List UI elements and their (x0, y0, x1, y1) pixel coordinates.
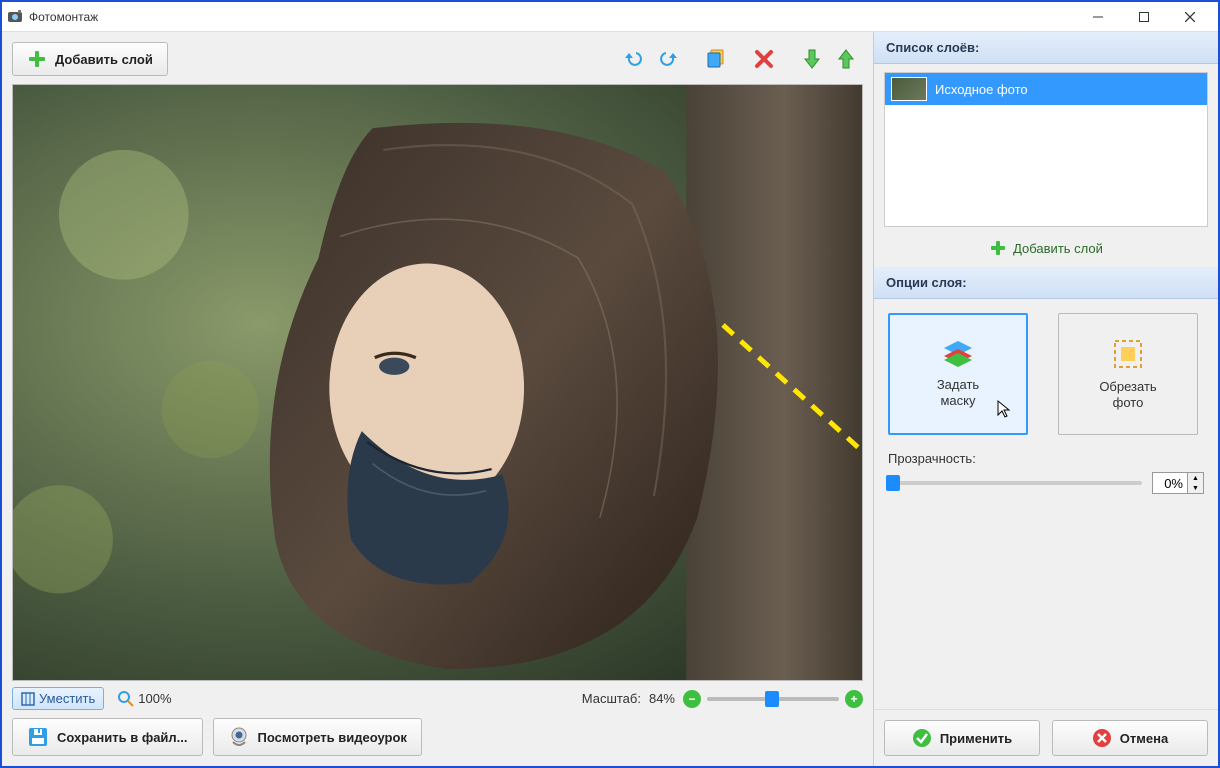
crop-photo-tile[interactable]: Обрезать фото (1058, 313, 1198, 435)
add-layer-label: Добавить слой (55, 52, 153, 67)
plus-icon (27, 49, 47, 69)
opacity-row: Прозрачность: ▲▼ (874, 443, 1218, 502)
layers-header: Список слоёв: (874, 32, 1218, 64)
add-layer-link-label: Добавить слой (1013, 241, 1103, 256)
duplicate-button[interactable] (699, 42, 733, 76)
minimize-button[interactable] (1075, 3, 1121, 31)
undo-button[interactable] (617, 42, 651, 76)
add-layer-button[interactable]: Добавить слой (12, 42, 168, 76)
set-mask-tile[interactable]: Задать маску (888, 313, 1028, 435)
opacity-slider[interactable] (888, 481, 1142, 485)
fit-label: Уместить (39, 691, 95, 706)
side-panel: Список слоёв: Исходное фото Добавить сло… (873, 32, 1218, 766)
opacity-input[interactable] (1153, 474, 1187, 493)
redo-button[interactable] (651, 42, 685, 76)
zoom-100-button[interactable]: 100% (112, 688, 177, 710)
cursor-icon (996, 399, 1012, 419)
zoom-track[interactable] (707, 697, 839, 701)
zoom-out-button[interactable]: − (683, 690, 701, 708)
move-up-button[interactable] (829, 42, 863, 76)
layers-icon (940, 339, 976, 369)
opacity-thumb[interactable] (886, 475, 900, 491)
crop-icon (1111, 337, 1145, 371)
layer-list[interactable]: Исходное фото (884, 72, 1208, 227)
titlebar: Фотомонтаж (2, 2, 1218, 32)
apply-label: Применить (940, 731, 1012, 746)
spin-down[interactable]: ▼ (1187, 483, 1203, 493)
fit-button[interactable]: Уместить (12, 687, 104, 710)
check-icon (912, 728, 932, 748)
magnifier-icon (118, 691, 134, 707)
move-down-button[interactable] (795, 42, 829, 76)
zoom-100-label: 100% (138, 691, 171, 706)
cancel-icon (1092, 728, 1112, 748)
cancel-label: Отмена (1120, 731, 1168, 746)
zoom-bar: Уместить 100% Масштаб: 84% − + (12, 687, 863, 710)
spin-up[interactable]: ▲ (1187, 473, 1203, 483)
window-title: Фотомонтаж (29, 10, 1075, 24)
zoom-value: 84% (649, 691, 675, 706)
app-icon (7, 9, 23, 25)
options-header: Опции слоя: (874, 267, 1218, 299)
fit-icon (21, 692, 35, 706)
apply-button[interactable]: Применить (884, 720, 1040, 756)
layer-item[interactable]: Исходное фото (885, 73, 1207, 105)
cancel-button[interactable]: Отмена (1052, 720, 1208, 756)
plus-icon (989, 239, 1007, 257)
canvas[interactable] (12, 84, 863, 681)
save-button[interactable]: Сохранить в файл... (12, 718, 203, 756)
bottom-actions: Сохранить в файл... Посмотреть видеоурок (12, 718, 863, 756)
layer-thumbnail (891, 77, 927, 101)
set-mask-label: Задать маску (937, 377, 979, 408)
option-tiles: Задать маску Обрезать фото (874, 299, 1218, 443)
opacity-spinbox[interactable]: ▲▼ (1152, 472, 1204, 494)
main-panel: Добавить слой (2, 32, 873, 766)
zoom-in-button[interactable]: + (845, 690, 863, 708)
zoom-thumb[interactable] (765, 691, 779, 707)
video-label: Посмотреть видеоурок (258, 730, 407, 745)
crop-photo-label: Обрезать фото (1099, 379, 1156, 410)
close-button[interactable] (1167, 3, 1213, 31)
maximize-button[interactable] (1121, 3, 1167, 31)
webcam-icon (228, 726, 250, 748)
zoom-slider[interactable]: − + (683, 690, 863, 708)
save-icon (27, 726, 49, 748)
dialog-actions: Применить Отмена (874, 709, 1218, 766)
delete-button[interactable] (747, 42, 781, 76)
opacity-label: Прозрачность: (888, 451, 1204, 466)
add-layer-link[interactable]: Добавить слой (874, 233, 1218, 267)
toolbar: Добавить слой (12, 42, 863, 76)
video-tutorial-button[interactable]: Посмотреть видеоурок (213, 718, 422, 756)
save-label: Сохранить в файл... (57, 730, 188, 745)
photo-image (13, 85, 862, 680)
zoom-label: Масштаб: (582, 691, 641, 706)
layer-label: Исходное фото (935, 82, 1028, 97)
